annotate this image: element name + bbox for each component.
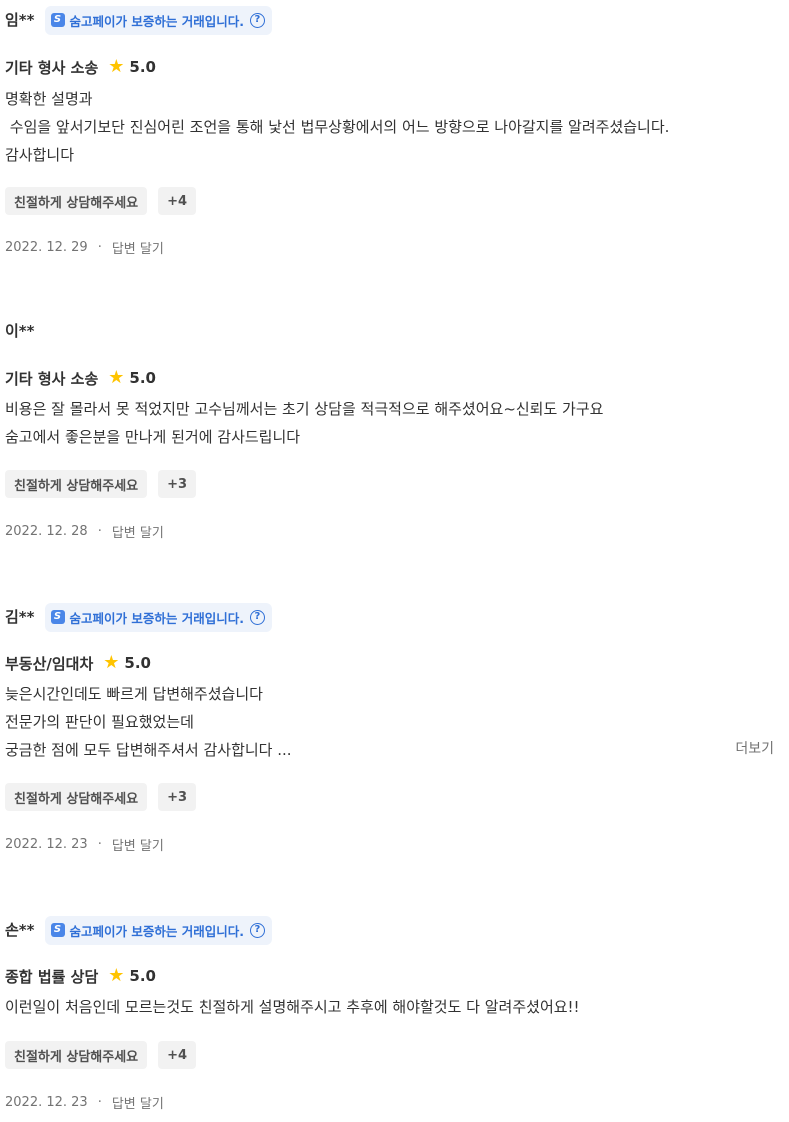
- separator-dot: ·: [97, 1094, 102, 1110]
- review-item: 김** S 숨고페이가 보증하는 거래입니다. ? 부동산/임대차 ★ 5.0 …: [5, 602, 780, 862]
- review-text: 늦은시간인데도 빠르게 답변해주셨습니다 전문가의 판단이 필요했었는데 궁금한…: [5, 685, 292, 759]
- star-icon: ★: [103, 652, 120, 673]
- service-category: 기타 형사 소송: [5, 58, 99, 77]
- soomgo-pay-logo-icon: S: [50, 13, 65, 27]
- rating-value: 5.0: [129, 369, 156, 387]
- separator-dot: ·: [97, 836, 102, 852]
- separator-dot: ·: [97, 239, 102, 255]
- rating-value: 5.0: [129, 58, 156, 76]
- reviewer-name: 김**: [5, 608, 35, 626]
- service-category: 부동산/임대차: [5, 654, 94, 673]
- review-date: 2022. 12. 23: [5, 836, 88, 852]
- separator-dot: ·: [97, 523, 102, 539]
- payment-guarantee-badge: S 숨고페이가 보증하는 거래입니다. ?: [44, 915, 272, 945]
- review-date: 2022. 12. 28: [5, 523, 88, 539]
- more-tags-button[interactable]: +3: [158, 470, 197, 498]
- service-category: 기타 형사 소송: [5, 369, 99, 388]
- rating-value: 5.0: [124, 654, 151, 672]
- review-text: 이런일이 처음인데 모르는것도 친절하게 설명해주시고 추후에 해야할것도 다 …: [5, 998, 580, 1016]
- reply-link[interactable]: 답변 달기: [112, 522, 164, 541]
- service-category: 종합 법률 상담: [5, 967, 99, 986]
- star-icon: ★: [108, 56, 125, 77]
- question-circle-icon[interactable]: ?: [249, 12, 265, 28]
- payment-guarantee-badge: S 숨고페이가 보증하는 거래입니다. ?: [44, 5, 272, 35]
- review-item: 손** S 숨고페이가 보증하는 거래입니다. ? 종합 법률 상담 ★ 5.0…: [5, 915, 780, 1115]
- review-tag: 친절하게 상담해주세요: [5, 470, 148, 498]
- soomgo-pay-logo-icon: S: [50, 610, 65, 624]
- badge-text: 숨고페이가 보증하는 거래입니다.: [69, 13, 244, 29]
- more-tags-button[interactable]: +4: [158, 1041, 197, 1069]
- badge-text: 숨고페이가 보증하는 거래입니다.: [69, 610, 244, 626]
- review-date: 2022. 12. 23: [5, 1094, 88, 1110]
- reply-link[interactable]: 답변 달기: [112, 238, 164, 257]
- question-circle-icon[interactable]: ?: [249, 609, 265, 625]
- review-text: 명확한 설명과 수임을 앞서기보단 진심어린 조언을 통해 낯선 법무상황에서의…: [5, 90, 670, 164]
- show-more-link[interactable]: 더보기: [735, 735, 774, 763]
- review-tag: 친절하게 상담해주세요: [5, 187, 148, 215]
- more-tags-button[interactable]: +4: [158, 187, 197, 215]
- review-date: 2022. 12. 29: [5, 239, 88, 255]
- badge-text: 숨고페이가 보증하는 거래입니다.: [69, 923, 244, 939]
- rating-value: 5.0: [129, 967, 156, 985]
- reviewer-name: 임**: [5, 11, 35, 29]
- star-icon: ★: [108, 367, 125, 388]
- reply-link[interactable]: 답변 달기: [112, 835, 164, 854]
- review-text: 비용은 잘 몰라서 못 적었지만 고수님께서는 초기 상담을 적극적으로 해주셨…: [5, 400, 604, 446]
- soomgo-pay-logo-icon: S: [50, 923, 65, 937]
- review-tag: 친절하게 상담해주세요: [5, 783, 148, 811]
- review-item: 이** 기타 형사 소송 ★ 5.0 비용은 잘 몰라서 못 적었지만 고수님께…: [5, 316, 780, 556]
- question-circle-icon[interactable]: ?: [249, 922, 265, 938]
- reviewer-name: 이**: [5, 322, 35, 340]
- reviewer-name: 손**: [5, 921, 35, 939]
- payment-guarantee-badge: S 숨고페이가 보증하는 거래입니다. ?: [44, 602, 272, 632]
- review-item: 임** S 숨고페이가 보증하는 거래입니다. ? 기타 형사 소송 ★ 5.0…: [5, 5, 780, 265]
- star-icon: ★: [108, 965, 125, 986]
- review-tag: 친절하게 상담해주세요: [5, 1041, 148, 1069]
- more-tags-button[interactable]: +3: [158, 783, 197, 811]
- reply-link[interactable]: 답변 달기: [112, 1093, 164, 1112]
